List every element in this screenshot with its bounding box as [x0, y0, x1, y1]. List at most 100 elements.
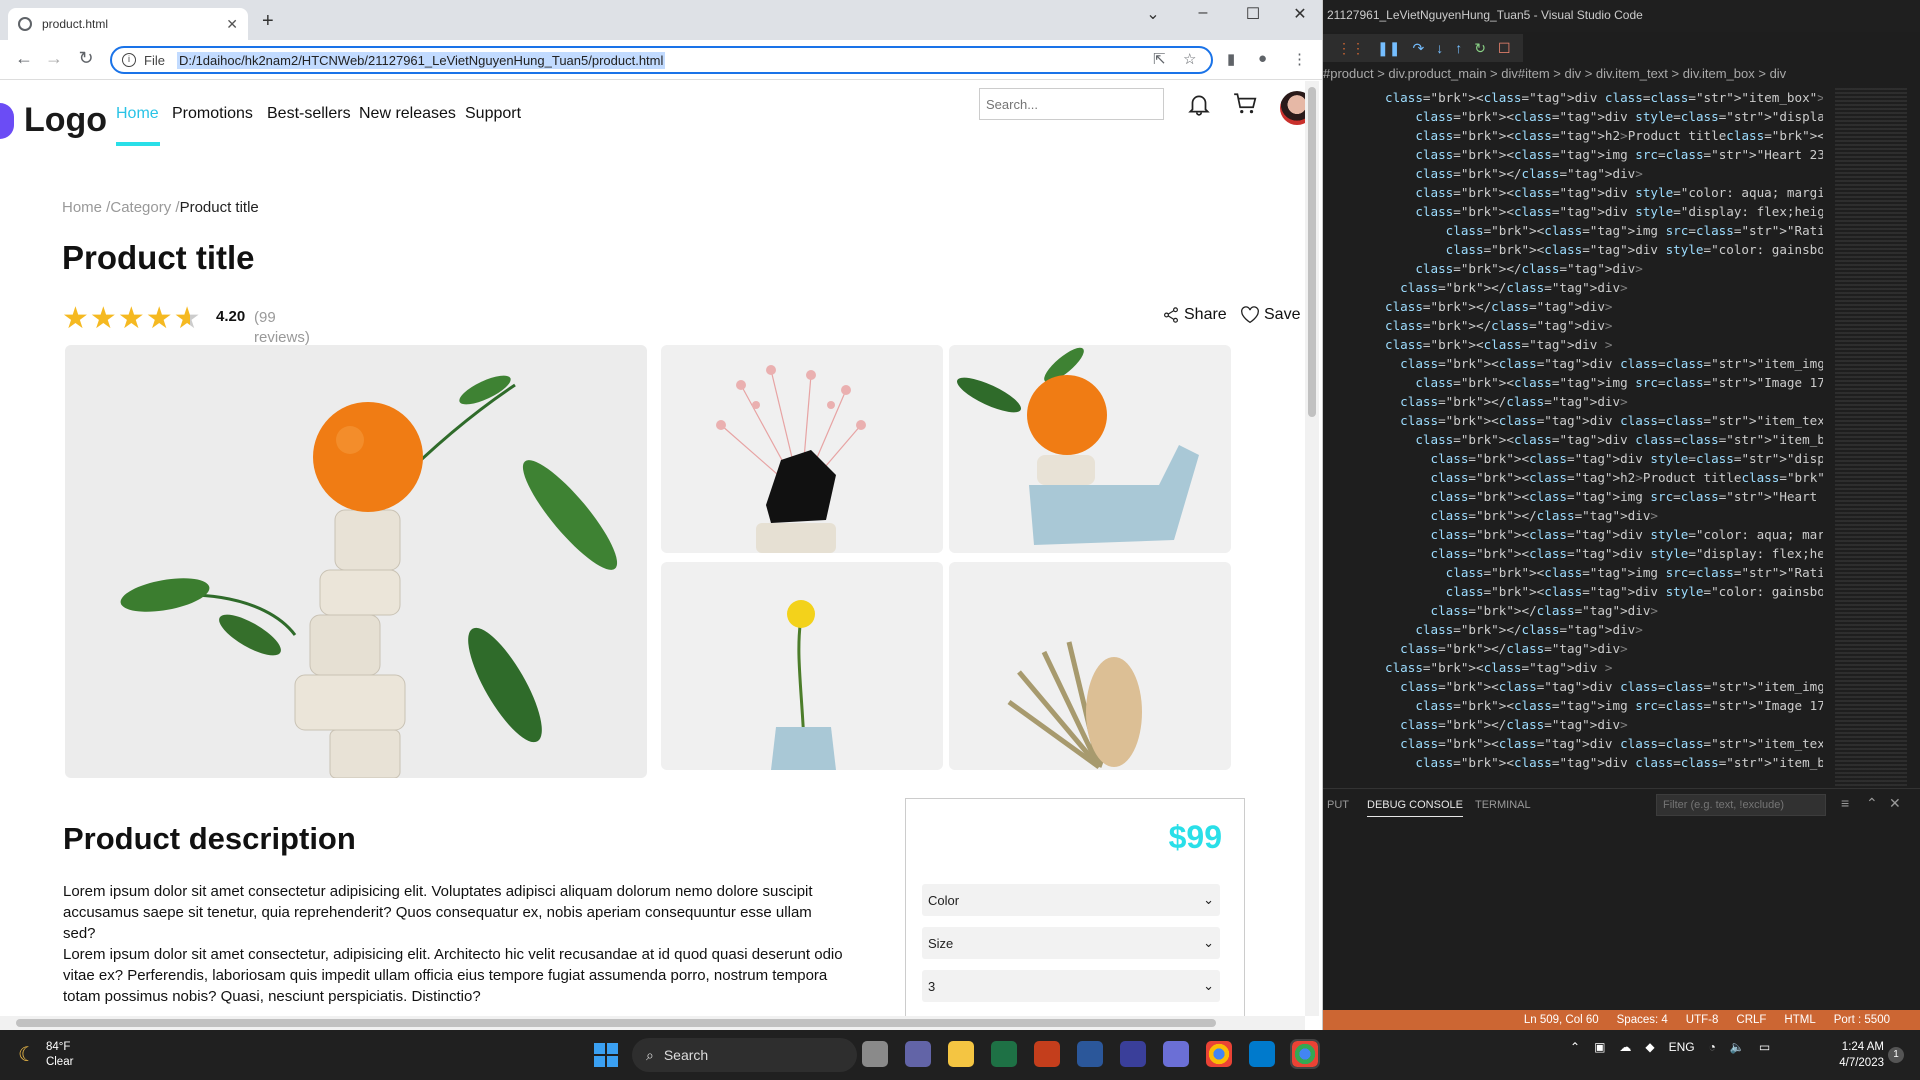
search-input[interactable] — [979, 88, 1164, 120]
tab-terminal[interactable]: TERMINAL — [1475, 799, 1531, 811]
cursor-position[interactable]: Ln 509, Col 60 — [1524, 1014, 1599, 1026]
color-select[interactable]: Color ⌄ — [922, 884, 1220, 916]
task-view-icon[interactable] — [862, 1041, 888, 1067]
bookmark-star-icon[interactable]: ☆ — [1183, 50, 1196, 68]
code-line[interactable]: class="brk"><class="tag">div style="colo… — [1323, 525, 1824, 544]
code-line[interactable]: class="brk"><class="tag">div class=class… — [1323, 354, 1823, 373]
code-line[interactable]: class="brk"></class="tag">div> — [1323, 259, 1823, 278]
code-line[interactable]: class="brk"><class="tag">h2>Product titl… — [1323, 126, 1823, 145]
product-image-thumb-4[interactable] — [949, 562, 1231, 770]
file-explorer-icon[interactable] — [948, 1041, 974, 1067]
info-icon[interactable]: i — [122, 53, 136, 67]
weather-widget[interactable]: ☾ 84°F Clear — [18, 1040, 73, 1070]
size-select[interactable]: Size ⌄ — [922, 927, 1220, 959]
code-line[interactable]: class="brk"></class="tag">div> — [1323, 297, 1823, 316]
close-tab-icon[interactable]: ✕ — [226, 16, 238, 33]
editor-breadcrumb[interactable]: #product > div.product_main > div#item >… — [1323, 66, 1920, 88]
side-panel-icon[interactable]: ▮ — [1227, 50, 1235, 68]
code-line[interactable]: class="brk"></class="tag">div> — [1323, 715, 1823, 734]
step-out-icon[interactable]: ↑ — [1455, 40, 1462, 56]
site-logo[interactable]: Logo — [0, 101, 107, 140]
chevron-up-icon[interactable]: ⌃ — [1866, 795, 1878, 812]
code-line[interactable]: class="brk"><class="tag">div class=class… — [1323, 411, 1823, 430]
code-line[interactable]: class="brk"><class="tag">div style=class… — [1323, 107, 1823, 126]
back-button[interactable]: ← — [12, 48, 36, 69]
share-button[interactable]: Share — [1162, 306, 1227, 324]
drag-handle-icon[interactable]: ⋮⋮ — [1337, 40, 1365, 57]
live-server-port[interactable]: Port : 5500 — [1834, 1014, 1890, 1026]
code-line[interactable]: class="brk"></class="tag">div> — [1323, 506, 1823, 525]
scrollbar-thumb[interactable] — [1308, 87, 1316, 417]
step-over-icon[interactable]: ↷ — [1412, 40, 1424, 57]
minimap[interactable] — [1835, 88, 1907, 788]
word-icon[interactable] — [1077, 1041, 1103, 1067]
code-line[interactable]: class="brk"></class="tag">div> — [1323, 164, 1823, 183]
reload-button[interactable]: ↻ — [74, 48, 98, 69]
product-image-main[interactable] — [65, 345, 647, 778]
code-line[interactable]: class="brk"><class="tag">div style="colo… — [1323, 240, 1823, 259]
code-line[interactable]: class="brk"><class="tag">div > — [1323, 335, 1823, 354]
vscode-icon[interactable] — [1249, 1041, 1275, 1067]
quantity-select[interactable]: 3 ⌄ — [922, 970, 1220, 1002]
product-image-thumb-2[interactable] — [949, 345, 1231, 553]
close-window-button[interactable]: ✕ — [1285, 4, 1315, 24]
code-line[interactable]: class="brk"></class="tag">div> — [1323, 316, 1823, 335]
restart-icon[interactable]: ↻ — [1474, 40, 1486, 57]
code-line[interactable]: class="brk"><class="tag">div class=class… — [1323, 430, 1823, 449]
clock[interactable]: 1:24 AM 4/7/2023 — [1826, 1039, 1884, 1071]
code-line[interactable]: class="brk"><class="tag">img src=class="… — [1323, 487, 1823, 506]
product-image-thumb-1[interactable] — [661, 345, 943, 553]
code-line[interactable]: class="brk"><class="tag">div class=class… — [1323, 753, 1823, 772]
code-line[interactable]: class="brk"><class="tag">img src=class="… — [1323, 373, 1823, 392]
product-image-thumb-3[interactable] — [661, 562, 943, 770]
tray-app-icon[interactable]: ▣ — [1594, 1040, 1605, 1054]
encoding[interactable]: UTF-8 — [1686, 1014, 1719, 1026]
code-line[interactable]: class="brk"><class="tag">img src=class="… — [1323, 145, 1823, 164]
chevron-up-icon[interactable]: ⌃ — [1570, 1040, 1580, 1054]
address-bar[interactable]: i File D:/1daihoc/hk2nam2/HTCNWeb/211279… — [110, 46, 1213, 74]
app-icon[interactable] — [1163, 1041, 1189, 1067]
code-line[interactable]: class="brk"></class="tag">div> — [1323, 620, 1823, 639]
minimize-button[interactable]: – — [1188, 4, 1218, 22]
code-line[interactable]: class="brk"><class="tag">div class=class… — [1323, 677, 1823, 696]
code-line[interactable]: class="brk"><class="tag">div style="colo… — [1323, 183, 1823, 202]
taskbar-search[interactable]: ⌕ Search — [632, 1038, 857, 1072]
tab-output[interactable]: PUT — [1327, 799, 1349, 811]
vertical-scrollbar[interactable] — [1305, 81, 1319, 1016]
code-line[interactable]: class="brk"><class="tag">img src=class="… — [1323, 696, 1823, 715]
cart-icon[interactable] — [1231, 91, 1259, 117]
code-line[interactable]: class="brk"><class="tag">img src=class="… — [1323, 563, 1823, 582]
language-mode[interactable]: HTML — [1784, 1014, 1815, 1026]
chrome-icon[interactable] — [1290, 1039, 1320, 1069]
menu-icon[interactable]: ⋮ — [1292, 50, 1307, 68]
tab-debug-console[interactable]: DEBUG CONSOLE — [1367, 799, 1463, 817]
breadcrumb-category[interactable]: Category / — [110, 199, 179, 216]
code-line[interactable]: class="brk"><class="tag">div style="disp… — [1323, 202, 1823, 221]
code-line[interactable]: class="brk"></class="tag">div> — [1323, 601, 1823, 620]
nav-support[interactable]: Support — [465, 105, 521, 123]
start-button[interactable] — [594, 1043, 618, 1067]
profile-icon[interactable]: ● — [1258, 50, 1267, 67]
code-line[interactable]: class="brk"><class="tag">div style="disp… — [1323, 544, 1824, 563]
share-page-icon[interactable]: ⇱ — [1153, 50, 1166, 68]
code-line[interactable]: class="brk"><class="tag">div class=class… — [1323, 734, 1823, 753]
stop-icon[interactable]: ☐ — [1498, 40, 1511, 57]
code-line[interactable]: class="brk"><class="tag">div style="colo… — [1323, 582, 1823, 601]
review-count[interactable]: (99 reviews) — [254, 308, 314, 348]
indent-setting[interactable]: Spaces: 4 — [1617, 1014, 1668, 1026]
excel-icon[interactable] — [991, 1041, 1017, 1067]
save-button[interactable]: Save — [1240, 306, 1300, 324]
nav-home[interactable]: Home — [116, 105, 159, 123]
maximize-button[interactable]: ☐ — [1238, 4, 1268, 24]
code-line[interactable]: class="brk"></class="tag">div> — [1323, 392, 1823, 411]
nav-best-sellers[interactable]: Best-sellers — [267, 105, 351, 123]
pause-icon[interactable]: ❚❚ — [1377, 40, 1400, 57]
code-line[interactable]: class="brk"><class="tag">h2>Product titl… — [1323, 468, 1824, 487]
console-filter-input[interactable] — [1656, 794, 1826, 816]
close-panel-icon[interactable]: ✕ — [1889, 795, 1901, 812]
avatar[interactable] — [1280, 91, 1305, 125]
scrollbar-thumb[interactable] — [16, 1019, 1216, 1027]
code-editor[interactable]: class="brk"><class="tag">div class=class… — [1323, 88, 1823, 788]
code-line[interactable]: class="brk"><class="tag">img src=class="… — [1323, 221, 1823, 240]
notification-badge[interactable]: 1 — [1888, 1047, 1904, 1063]
